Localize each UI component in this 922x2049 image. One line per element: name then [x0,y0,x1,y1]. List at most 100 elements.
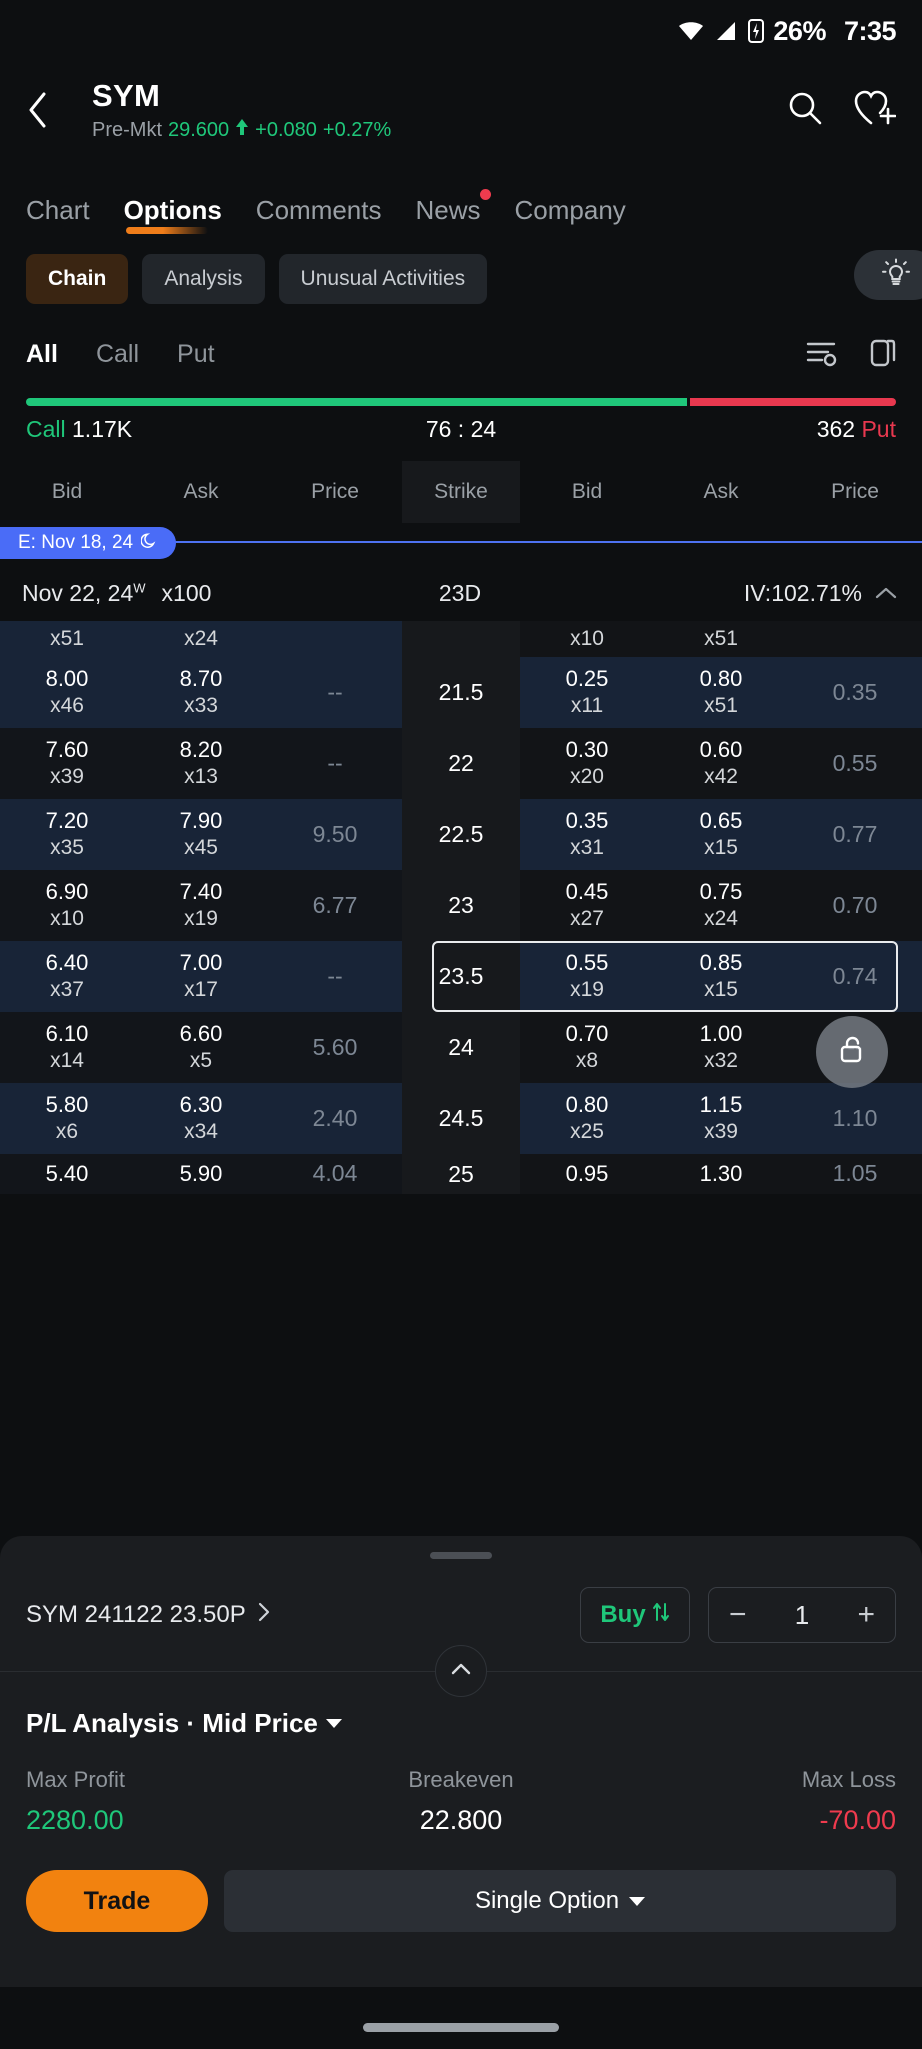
side-toggle-button[interactable]: Buy [580,1587,690,1643]
strike-cell[interactable]: 23.5 [402,941,520,1012]
home-indicator[interactable] [363,2023,559,2032]
strike-cell[interactable]: 23 [402,870,520,941]
put-side[interactable]: 0.25 x11 0.80 x51 0.35 [520,657,922,728]
put-side[interactable]: 0.30 x20 0.60 x42 0.55 [520,728,922,799]
expiration-row[interactable]: Nov 22, 24W x100 23D IV:102.71% [0,565,922,621]
swap-vertical-icon [652,1600,670,1631]
expand-analysis-button[interactable] [435,1645,487,1697]
ratio-bar [26,398,896,406]
strike-cell[interactable]: 22 [402,728,520,799]
chain-row[interactable]: 6.90 x10 7.40 x19 6.77 23 0.45 x27 0.75 x24 0.70 [0,870,922,941]
heart-plus-icon[interactable] [854,89,897,132]
sheet-drag-handle[interactable] [430,1552,492,1559]
header-put-ask[interactable]: Ask [654,480,788,504]
pl-metrics: Max Profit 2280.00 Breakeven 22.800 Max … [0,1739,922,1836]
cell-size: x35 [50,836,84,860]
lock-open-icon [835,1033,869,1072]
put-side[interactable]: 0.80 x25 1.15 x39 1.10 [520,1083,922,1154]
put-side[interactable]: 0.95 1.30 1.05 [520,1154,922,1194]
cell-value: 0.65 [699,807,743,833]
chain-row[interactable]: 5.40 5.90 4.04 25 0.95 1.30 1.05 [0,1154,922,1194]
call-bid-cell: 7.60 x39 [0,728,134,799]
put-side[interactable]: 0.35 x31 0.65 x15 0.77 [520,799,922,870]
chip-label: Chain [48,267,107,290]
call-price-cell: 4.04 [268,1154,402,1194]
cell-value: 7.00 [179,949,223,975]
cell-size: x10 [570,626,604,650]
strategy-selector[interactable]: Single Option [224,1870,896,1932]
strike-cell[interactable]: 21.5 [402,657,520,728]
filter-all[interactable]: All [26,340,58,369]
call-side[interactable]: 6.40 x37 7.00 x17 -- [0,941,402,1012]
put-bid-cell: 0.70 x8 [520,1012,654,1083]
call-ask-cell: 6.60 x5 [134,1012,268,1083]
tab-label: News [415,195,481,225]
call-side[interactable]: 5.40 5.90 4.04 [0,1154,402,1194]
call-side[interactable]: x51 x24 [0,621,402,657]
layout-toggle-icon[interactable] [868,336,896,373]
strike-cell[interactable] [402,621,520,657]
put-side[interactable]: x10 x51 [520,621,922,657]
chain-row[interactable]: 6.40 x37 7.00 x17 -- 23.5 0.55 x19 0.85 x15 0.74 [0,941,922,1012]
search-icon[interactable] [786,89,824,132]
back-button[interactable] [26,90,72,130]
qty-increment-button[interactable]: + [857,1598,875,1632]
option-chain-table[interactable]: x51 x24 x10 x51 8.00 x46 8.70 x33 -- 21.5 0.25 x11 0… [0,621,922,1194]
chain-row[interactable]: 5.80 x6 6.30 x34 2.40 24.5 0.80 x25 1.15 x39 1.10 [0,1083,922,1154]
chain-row[interactable]: 7.60 x39 8.20 x13 -- 22 0.30 x20 0.60 x42 0.55 [0,728,922,799]
filter-put[interactable]: Put [177,340,215,369]
expiration-pill[interactable]: E: Nov 18, 24 [0,527,177,559]
header-call-bid[interactable]: Bid [0,480,134,504]
metric-value: 22.800 [419,1805,503,1835]
chain-row[interactable]: 8.00 x46 8.70 x33 -- 21.5 0.25 x11 0.80 x51 0.35 [0,657,922,728]
header-call-price[interactable]: Price [268,480,402,504]
tab-comments[interactable]: Comments [256,195,382,236]
lock-toggle-fab[interactable] [816,1016,888,1088]
call-side[interactable]: 8.00 x46 8.70 x33 -- [0,657,402,728]
up-arrow-icon [235,118,249,142]
call-side[interactable]: 6.90 x10 7.40 x19 6.77 [0,870,402,941]
cell-value: 8.00 [45,665,89,691]
order-sheet: SYM 241122 23.50P Buy − 1 + P/L Analysis… [0,1536,922,2049]
header-put-bid[interactable]: Bid [520,480,654,504]
chip-unusual-activities[interactable]: Unusual Activities [278,254,488,304]
cell-value: 7.20 [45,807,89,833]
put-side[interactable]: 0.45 x27 0.75 x24 0.70 [520,870,922,941]
quantity-stepper[interactable]: − 1 + [708,1587,896,1643]
tab-label: Company [514,195,626,225]
header-call-ask[interactable]: Ask [134,480,268,504]
header-put-price[interactable]: Price [788,480,922,504]
chain-row[interactable]: 7.20 x35 7.90 x45 9.50 22.5 0.35 x31 0.65 x15 0.77 [0,799,922,870]
lightbulb-button[interactable] [854,250,922,300]
put-side[interactable]: 0.55 x19 0.85 x15 0.74 [520,941,922,1012]
chevron-up-icon [450,1662,472,1681]
call-side[interactable]: 6.10 x14 6.60 x5 5.60 [0,1012,402,1083]
cell-size: x6 [55,1120,79,1144]
header-strike[interactable]: Strike [402,461,520,523]
chain-row[interactable]: 6.10x146.60x55.60240.70x81.00x32-- [0,1012,922,1083]
selected-contract[interactable]: SYM 241122 23.50P [26,1601,272,1630]
tab-news[interactable]: News [415,189,491,236]
strike-cell[interactable]: 22.5 [402,799,520,870]
qty-value[interactable]: 1 [795,1600,809,1631]
strike-cell[interactable]: 25 [402,1154,520,1194]
chip-analysis[interactable]: Analysis [142,254,265,304]
chip-chain[interactable]: Chain [26,254,129,304]
strike-cell[interactable]: 24.5 [402,1083,520,1154]
qty-decrement-button[interactable]: − [729,1598,747,1632]
chevron-up-icon[interactable] [874,580,898,607]
column-settings-icon[interactable] [804,337,838,372]
tab-options[interactable]: Options [124,195,222,236]
wifi-icon [677,20,705,42]
strike-cell[interactable]: 24 [402,1012,520,1083]
tab-chart[interactable]: Chart [26,195,90,236]
trade-button[interactable]: Trade [26,1870,208,1932]
filter-call[interactable]: Call [96,340,139,369]
chain-row[interactable]: x51 x24 x10 x51 [0,621,922,657]
call-side[interactable]: 7.20 x35 7.90 x45 9.50 [0,799,402,870]
call-side[interactable]: 7.60 x39 8.20 x13 -- [0,728,402,799]
call-side[interactable]: 5.80 x6 6.30 x34 2.40 [0,1083,402,1154]
tab-company[interactable]: Company [515,195,626,236]
sub-tab-chips: Chain Analysis Unusual Activities [0,236,922,308]
symbol-block[interactable]: SYM Pre-Mkt 29.600 +0.080 +0.27% [72,78,786,143]
